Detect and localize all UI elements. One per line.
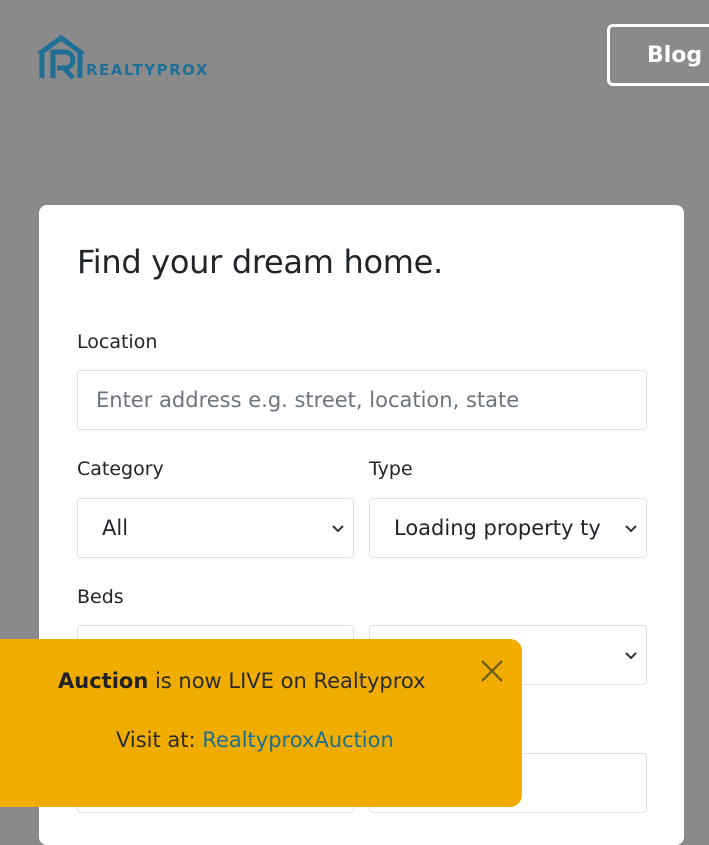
toast-message-text: is now LIVE on Realtyprox: [148, 669, 426, 693]
brand-logo[interactable]: REALTYPROX: [36, 32, 209, 80]
chevron-down-icon: [625, 525, 637, 533]
toast-visit: Visit at: RealtyproxAuction: [116, 728, 394, 752]
brand-name: REALTYPROX: [86, 61, 209, 79]
location-placeholder: Enter address e.g. street, location, sta…: [96, 388, 520, 412]
category-select[interactable]: All: [77, 498, 354, 558]
toast-bold-text: Auction: [58, 669, 149, 693]
auction-toast: Auction is now LIVE on Realtyprox Visit …: [0, 639, 522, 807]
auction-link[interactable]: RealtyproxAuction: [202, 728, 394, 752]
beds-label: Beds: [77, 586, 124, 608]
card-title: Find your dream home.: [77, 243, 443, 281]
location-input[interactable]: Enter address e.g. street, location, sta…: [77, 370, 647, 430]
blog-button[interactable]: Blog: [607, 24, 709, 86]
close-icon[interactable]: [479, 658, 505, 684]
chevron-down-icon: [625, 652, 637, 660]
category-label: Category: [77, 458, 164, 480]
chevron-down-icon: [332, 525, 344, 533]
type-label: Type: [369, 458, 413, 480]
toast-visit-prefix: Visit at:: [116, 728, 203, 752]
type-value: Loading property types...: [394, 516, 601, 540]
type-select[interactable]: Loading property types...: [369, 498, 647, 558]
toast-message: Auction is now LIVE on Realtyprox: [58, 669, 426, 693]
location-label: Location: [77, 331, 158, 353]
house-r-logo-icon: [37, 34, 85, 80]
category-value: All: [102, 516, 129, 540]
